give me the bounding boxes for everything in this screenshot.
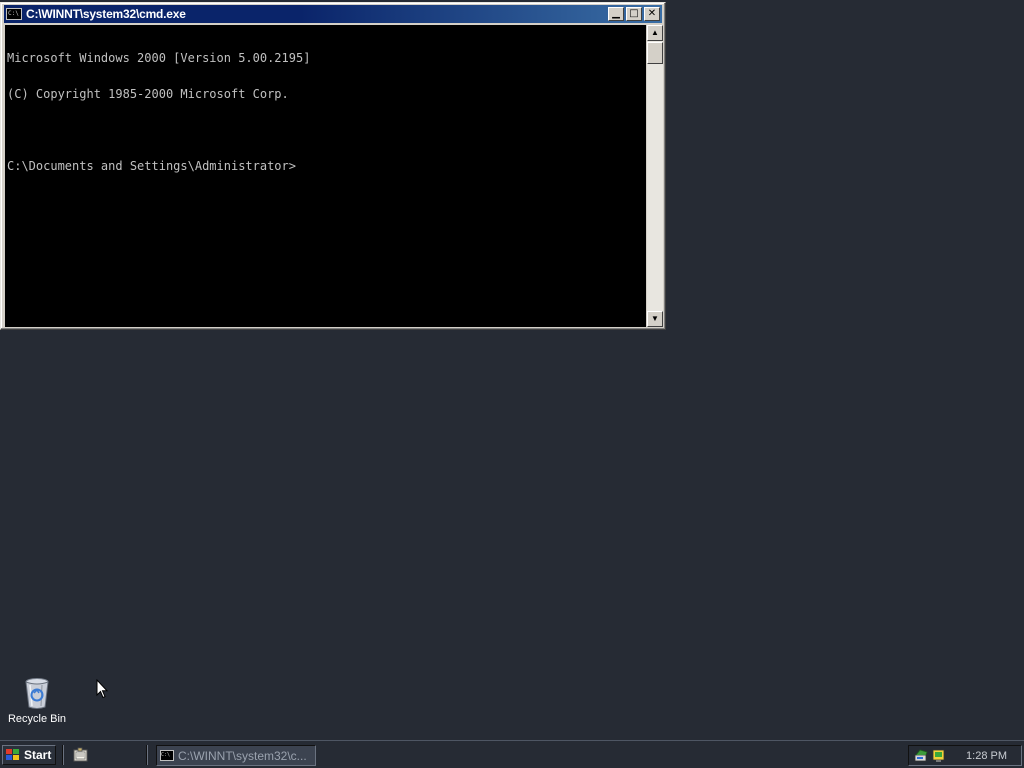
desktop: C:\ C:\WINNT\system32\cmd.exe ▁ □ ✕ Micr…	[0, 0, 1024, 740]
taskbar-separator	[146, 745, 148, 765]
maximize-button[interactable]: □	[626, 7, 642, 21]
console-line: (C) Copyright 1985-2000 Microsoft Corp.	[7, 87, 289, 101]
minimize-button[interactable]: ▁	[608, 7, 624, 21]
cmd-window[interactable]: C:\ C:\WINNT\system32\cmd.exe ▁ □ ✕ Micr…	[0, 2, 666, 330]
desktop-icon-label: Recycle Bin	[7, 713, 67, 725]
task-label: C:\WINNT\system32\c...	[178, 748, 307, 763]
scroll-down-button[interactable]: ▼	[647, 311, 663, 327]
window-title: C:\WINNT\system32\cmd.exe	[26, 7, 186, 21]
display-icon[interactable]	[931, 748, 947, 764]
taskbar-button-cmd[interactable]: C:\ C:\WINNT\system32\c...	[156, 745, 316, 766]
mouse-cursor-icon	[96, 679, 108, 699]
desktop-icon-recycle-bin[interactable]: Recycle Bin	[4, 676, 70, 725]
vertical-scrollbar[interactable]: ▲ ▼	[647, 25, 663, 327]
scroll-up-button[interactable]: ▲	[647, 25, 663, 41]
start-label: Start	[24, 748, 52, 762]
console-prompt: C:\Documents and Settings\Administrator>	[7, 159, 296, 173]
taskbar-separator	[62, 745, 64, 765]
recycle-bin-icon	[25, 678, 49, 709]
console-line: Microsoft Windows 2000 [Version 5.00.219…	[7, 51, 311, 65]
console-output[interactable]: Microsoft Windows 2000 [Version 5.00.219…	[5, 25, 646, 327]
network-icon[interactable]	[913, 748, 929, 764]
scroll-thumb[interactable]	[647, 42, 663, 64]
show-desktop-icon[interactable]	[73, 747, 89, 763]
window-titlebar[interactable]: C:\ C:\WINNT\system32\cmd.exe ▁ □ ✕	[4, 5, 662, 23]
cmd-task-icon: C:\	[160, 750, 174, 761]
clock[interactable]: 1:28 PM	[966, 750, 1007, 762]
windows-logo-icon	[6, 749, 19, 760]
start-button[interactable]: Start	[2, 745, 56, 765]
system-tray: 1:28 PM	[908, 745, 1022, 766]
close-button[interactable]: ✕	[644, 7, 660, 21]
cmd-app-icon[interactable]: C:\	[6, 8, 22, 20]
taskbar: Start C:\ C:\WINNT\system32\c... 1:28 PM	[0, 740, 1024, 768]
